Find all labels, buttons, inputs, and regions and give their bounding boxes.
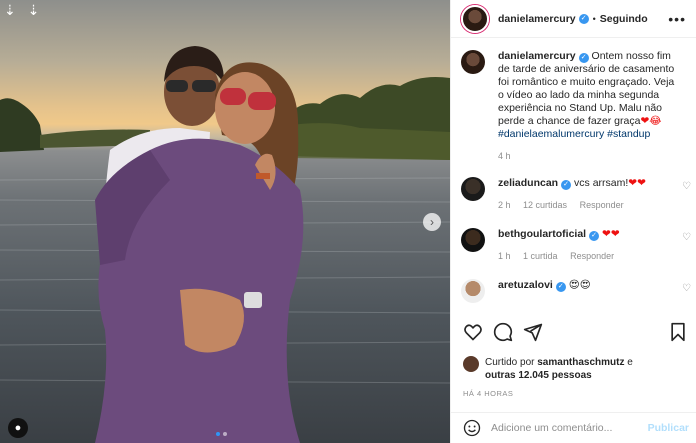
- comment-meta: 2 h 12 curtidas Responder: [498, 199, 680, 212]
- header-username[interactable]: danielamercury: [498, 13, 576, 25]
- reply-button[interactable]: Responder: [570, 251, 614, 261]
- carousel-dot-active: [216, 432, 220, 436]
- comment-emojis: 😍😍: [568, 279, 591, 291]
- avatar[interactable]: [461, 177, 485, 201]
- carousel-dots: [216, 432, 227, 436]
- more-options-icon[interactable]: •••: [668, 11, 686, 27]
- comment-item: zeliaduncan ✓ vcs arrsam!❤❤ 2 h 12 curtid…: [461, 177, 696, 212]
- caption-hashtags[interactable]: #danielaemalumercury #standup: [498, 128, 650, 140]
- bookmark-icon[interactable]: [669, 322, 687, 342]
- comment-item: aretuzalovi ✓ 😍😍 ♡: [461, 279, 696, 303]
- verified-icon: ✓: [578, 53, 589, 63]
- photo-overlay-icons: ⇣ ⇣: [4, 2, 44, 18]
- caption: danielamercury ✓ Ontem nosso fim de tarde…: [461, 50, 696, 163]
- caption-time-label: 4 h: [498, 151, 511, 161]
- comment-likes[interactable]: 1 curtida: [523, 251, 558, 261]
- comment-username[interactable]: bethgoulartoficial: [498, 228, 586, 240]
- post-sidebar: danielamercury ✓ • Seguindo ••• danielam…: [450, 0, 696, 443]
- photo-scene: [0, 46, 450, 443]
- comment-username[interactable]: zeliaduncan: [498, 177, 558, 189]
- post-timestamp[interactable]: HÁ 4 HORAS: [463, 389, 513, 398]
- verified-icon: ✓: [578, 13, 589, 24]
- comment-emojis: ❤❤: [628, 177, 646, 189]
- carousel-dot: [223, 432, 227, 436]
- avatar[interactable]: [461, 50, 485, 74]
- avatar[interactable]: [461, 279, 485, 303]
- comment-emojis: ❤❤: [602, 228, 620, 240]
- post-photo[interactable]: ⇣ ⇣ › ●: [0, 0, 450, 443]
- liked-by-user[interactable]: samanthaschmutz: [537, 357, 624, 368]
- verified-icon: ✓: [555, 282, 566, 292]
- comment-icon[interactable]: [493, 322, 513, 342]
- comment-text: vcs arrsam!: [574, 177, 629, 189]
- caption-time: 4 h: [498, 150, 680, 163]
- tagged-user-icon[interactable]: ●: [8, 418, 28, 438]
- comments-list[interactable]: danielamercury ✓ Ontem nosso fim de tarde…: [461, 50, 696, 314]
- publish-button[interactable]: Publicar: [648, 422, 689, 434]
- liked-by-others[interactable]: outras 12.045 pessoas: [485, 370, 592, 381]
- emoji-icon[interactable]: [463, 419, 481, 437]
- liked-by-connector: e: [627, 357, 633, 368]
- add-comment-bar: Adicione um comentário... Publicar: [451, 412, 696, 443]
- post-header: danielamercury ✓ • Seguindo •••: [451, 0, 696, 38]
- follow-status-button[interactable]: Seguindo: [600, 13, 648, 25]
- comment-item: bethgoulartoficial ✓ ❤❤ 1 h 1 curtida Res…: [461, 228, 696, 263]
- avatar[interactable]: [461, 228, 485, 252]
- liker-avatar[interactable]: [463, 356, 479, 372]
- comment-username[interactable]: aretuzalovi: [498, 279, 553, 291]
- chevron-right-icon[interactable]: ›: [423, 213, 441, 231]
- heart-icon[interactable]: ♡: [682, 181, 691, 192]
- share-icon[interactable]: [523, 322, 543, 342]
- reply-button[interactable]: Responder: [580, 200, 624, 210]
- comment-input[interactable]: Adicione um comentário...: [491, 422, 612, 434]
- liked-by-prefix: Curtido por: [485, 357, 535, 368]
- like-heart-icon[interactable]: [463, 322, 483, 342]
- verified-icon: ✓: [589, 231, 600, 241]
- caption-emojis: ❤😂: [640, 115, 662, 127]
- avatar[interactable]: [461, 4, 489, 33]
- comment-meta: 1 h 1 curtida Responder: [498, 250, 680, 263]
- comment-time: 2 h: [498, 200, 511, 210]
- header-separator: •: [592, 13, 596, 24]
- comment-time: 1 h: [498, 251, 511, 261]
- comment-likes[interactable]: 12 curtidas: [523, 200, 567, 210]
- liked-by: Curtido por samanthaschmutz e outras 12.…: [463, 356, 633, 382]
- heart-icon[interactable]: ♡: [682, 283, 691, 294]
- caption-username[interactable]: danielamercury: [498, 50, 576, 62]
- heart-icon[interactable]: ♡: [682, 232, 691, 243]
- post-actions: [463, 322, 687, 344]
- verified-icon: ✓: [561, 180, 572, 190]
